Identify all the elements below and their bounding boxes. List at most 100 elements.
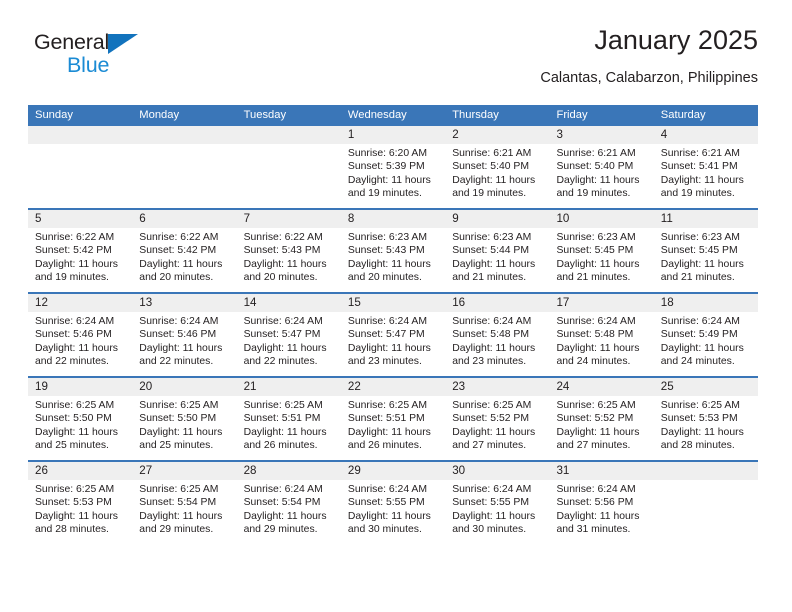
day-number[interactable]: 1 xyxy=(340,126,446,144)
day-number[interactable]: 13 xyxy=(132,294,237,312)
empty-day-number xyxy=(653,462,759,480)
day-cell[interactable]: Sunrise: 6:25 AM Sunset: 5:53 PM Daylight:… xyxy=(28,480,133,544)
day-number[interactable]: 25 xyxy=(653,378,759,396)
day-cell[interactable]: Sunrise: 6:24 AM Sunset: 5:48 PM Daylight:… xyxy=(445,312,550,376)
day-sunrise-text: Sunrise: 6:21 AM xyxy=(660,148,740,159)
day-number[interactable]: 28 xyxy=(236,462,341,480)
day-sunset-text: Sunset: 5:46 PM xyxy=(35,329,112,341)
day-number[interactable]: 19 xyxy=(28,378,133,396)
day-number[interactable]: 30 xyxy=(445,462,550,480)
day-number[interactable]: 29 xyxy=(340,462,446,480)
day-number[interactable]: 14 xyxy=(236,294,341,312)
day-cell[interactable]: Sunrise: 6:24 AM Sunset: 5:49 PM Daylight:… xyxy=(653,312,759,376)
day-sunrise-text: Sunrise: 6:25 AM xyxy=(556,400,636,411)
day-daylight-text: Daylight: 11 hours and 21 minutes. xyxy=(556,258,640,283)
day-daylight-text: Daylight: 11 hours and 19 minutes. xyxy=(347,174,431,199)
day-number[interactable]: 23 xyxy=(445,378,550,396)
day-cell[interactable]: Sunrise: 6:22 AM Sunset: 5:43 PM Daylight:… xyxy=(236,228,341,292)
empty-day-cell xyxy=(236,144,341,208)
day-sunrise-text: Sunrise: 6:25 AM xyxy=(243,400,323,411)
day-sunset-text: Sunset: 5:50 PM xyxy=(139,413,217,425)
day-cell[interactable]: Sunrise: 6:24 AM Sunset: 5:46 PM Daylight:… xyxy=(132,312,237,376)
day-number[interactable]: 4 xyxy=(653,126,759,144)
day-cell[interactable]: Sunrise: 6:23 AM Sunset: 5:44 PM Daylight:… xyxy=(445,228,550,292)
day-cell[interactable]: Sunrise: 6:25 AM Sunset: 5:51 PM Daylight:… xyxy=(340,396,446,460)
day-sunset-text: Sunset: 5:53 PM xyxy=(35,497,112,509)
week-detail-row: Sunrise: 6:20 AM Sunset: 5:39 PM Daylight:… xyxy=(28,144,759,208)
day-cell[interactable]: Sunrise: 6:24 AM Sunset: 5:54 PM Daylight:… xyxy=(236,480,341,544)
day-daylight-text: Daylight: 11 hours and 26 minutes. xyxy=(347,426,431,451)
day-daylight-text: Daylight: 11 hours and 25 minutes. xyxy=(139,426,223,451)
weekday-header-wednesday: Wednesday xyxy=(340,105,446,126)
day-daylight-text: Daylight: 11 hours and 28 minutes. xyxy=(660,426,744,451)
logo-text-blue: Blue xyxy=(67,53,110,77)
day-cell[interactable]: Sunrise: 6:22 AM Sunset: 5:42 PM Daylight:… xyxy=(132,228,237,292)
day-daylight-text: Daylight: 11 hours and 19 minutes. xyxy=(660,174,744,199)
day-sunrise-text: Sunrise: 6:22 AM xyxy=(243,232,323,243)
day-number[interactable]: 6 xyxy=(132,210,237,228)
day-cell[interactable]: Sunrise: 6:23 AM Sunset: 5:43 PM Daylight:… xyxy=(340,228,446,292)
day-number[interactable]: 22 xyxy=(340,378,446,396)
day-daylight-text: Daylight: 11 hours and 27 minutes. xyxy=(556,426,640,451)
day-daylight-text: Daylight: 11 hours and 22 minutes. xyxy=(243,342,327,367)
general-blue-logo[interactable]: General Blue xyxy=(34,31,164,82)
day-number[interactable]: 21 xyxy=(236,378,341,396)
day-daylight-text: Daylight: 11 hours and 29 minutes. xyxy=(139,510,223,535)
day-cell[interactable]: Sunrise: 6:24 AM Sunset: 5:47 PM Daylight:… xyxy=(236,312,341,376)
day-number[interactable]: 27 xyxy=(132,462,237,480)
day-sunrise-text: Sunrise: 6:24 AM xyxy=(660,316,740,327)
day-number[interactable]: 15 xyxy=(340,294,446,312)
day-cell[interactable]: Sunrise: 6:25 AM Sunset: 5:50 PM Daylight:… xyxy=(28,396,133,460)
empty-day-number xyxy=(132,126,237,144)
day-cell[interactable]: Sunrise: 6:24 AM Sunset: 5:55 PM Daylight:… xyxy=(445,480,550,544)
day-cell[interactable]: Sunrise: 6:21 AM Sunset: 5:40 PM Daylight:… xyxy=(549,144,654,208)
day-cell[interactable]: Sunrise: 6:25 AM Sunset: 5:52 PM Daylight:… xyxy=(445,396,550,460)
day-number[interactable]: 9 xyxy=(445,210,550,228)
day-cell[interactable]: Sunrise: 6:25 AM Sunset: 5:54 PM Daylight:… xyxy=(132,480,237,544)
day-sunset-text: Sunset: 5:53 PM xyxy=(660,413,738,425)
day-cell[interactable]: Sunrise: 6:23 AM Sunset: 5:45 PM Daylight:… xyxy=(549,228,654,292)
day-cell[interactable]: Sunrise: 6:21 AM Sunset: 5:41 PM Daylight:… xyxy=(653,144,759,208)
day-cell[interactable]: Sunrise: 6:24 AM Sunset: 5:47 PM Daylight:… xyxy=(340,312,446,376)
day-number[interactable]: 31 xyxy=(549,462,654,480)
day-number[interactable]: 8 xyxy=(340,210,446,228)
day-daylight-text: Daylight: 11 hours and 21 minutes. xyxy=(660,258,744,283)
day-cell[interactable]: Sunrise: 6:25 AM Sunset: 5:51 PM Daylight:… xyxy=(236,396,341,460)
day-sunset-text: Sunset: 5:54 PM xyxy=(243,497,321,509)
week-daynumber-row: 1234 xyxy=(28,126,759,144)
day-cell[interactable]: Sunrise: 6:24 AM Sunset: 5:46 PM Daylight:… xyxy=(28,312,133,376)
weekday-header-row: Sunday Monday Tuesday Wednesday Thursday… xyxy=(28,105,759,126)
day-cell[interactable]: Sunrise: 6:24 AM Sunset: 5:56 PM Daylight:… xyxy=(549,480,654,544)
day-cell[interactable]: Sunrise: 6:21 AM Sunset: 5:40 PM Daylight:… xyxy=(445,144,550,208)
day-number[interactable]: 17 xyxy=(549,294,654,312)
day-number[interactable]: 20 xyxy=(132,378,237,396)
day-cell[interactable]: Sunrise: 6:20 AM Sunset: 5:39 PM Daylight:… xyxy=(340,144,446,208)
day-daylight-text: Daylight: 11 hours and 22 minutes. xyxy=(139,342,223,367)
day-sunset-text: Sunset: 5:55 PM xyxy=(452,497,530,509)
day-sunset-text: Sunset: 5:46 PM xyxy=(139,329,217,341)
day-number[interactable]: 11 xyxy=(653,210,759,228)
calendar-container: Sunday Monday Tuesday Wednesday Thursday… xyxy=(28,105,759,544)
day-sunrise-text: Sunrise: 6:24 AM xyxy=(556,316,636,327)
week-daynumber-row: 19 20 21 22 23 24 25 xyxy=(28,378,759,396)
day-cell[interactable]: Sunrise: 6:25 AM Sunset: 5:52 PM Daylight:… xyxy=(549,396,654,460)
day-cell[interactable]: Sunrise: 6:24 AM Sunset: 5:55 PM Daylight:… xyxy=(340,480,446,544)
day-number[interactable]: 24 xyxy=(549,378,654,396)
day-number[interactable]: 10 xyxy=(549,210,654,228)
day-number[interactable]: 5 xyxy=(28,210,133,228)
day-number[interactable]: 26 xyxy=(28,462,133,480)
day-sunrise-text: Sunrise: 6:25 AM xyxy=(139,484,219,495)
day-number[interactable]: 2 xyxy=(445,126,550,144)
day-cell[interactable]: Sunrise: 6:25 AM Sunset: 5:50 PM Daylight:… xyxy=(132,396,237,460)
day-cell[interactable]: Sunrise: 6:25 AM Sunset: 5:53 PM Daylight:… xyxy=(653,396,759,460)
triangle-icon xyxy=(108,34,138,54)
day-number[interactable]: 16 xyxy=(445,294,550,312)
day-cell[interactable]: Sunrise: 6:24 AM Sunset: 5:48 PM Daylight:… xyxy=(549,312,654,376)
day-number[interactable]: 3 xyxy=(549,126,654,144)
day-cell[interactable]: Sunrise: 6:22 AM Sunset: 5:42 PM Daylight:… xyxy=(28,228,133,292)
week-daynumber-row: 26 27 28 29 30 31 xyxy=(28,462,759,480)
day-number[interactable]: 7 xyxy=(236,210,341,228)
day-number[interactable]: 18 xyxy=(653,294,759,312)
day-cell[interactable]: Sunrise: 6:23 AM Sunset: 5:45 PM Daylight:… xyxy=(653,228,759,292)
day-number[interactable]: 12 xyxy=(28,294,133,312)
